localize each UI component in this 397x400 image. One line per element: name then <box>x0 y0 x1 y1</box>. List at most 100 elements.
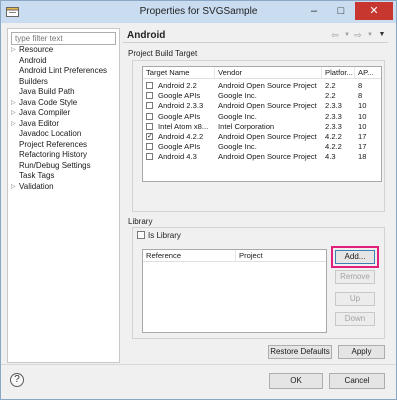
target-checkbox[interactable] <box>146 153 153 161</box>
vendor-cell: Google Inc. <box>218 91 257 101</box>
column-header-platform[interactable]: Platfor... <box>322 67 355 79</box>
table-row[interactable]: ✓ Android 4.2.2 Android Open Source Proj… <box>143 132 381 142</box>
table-header: Target Name Vendor Platfor... AP... <box>143 67 381 79</box>
target-name-cell: Android 4.2.2 <box>158 132 204 141</box>
target-name-cell: Google APIs <box>158 91 201 101</box>
target-checkbox[interactable] <box>146 82 153 89</box>
expand-arrow-icon[interactable]: ▷ <box>11 108 18 118</box>
tree-item-validation[interactable]: ▷ Validation <box>11 182 119 192</box>
cancel-button[interactable]: Cancel <box>329 373 385 389</box>
maximize-button[interactable]: □ <box>328 2 354 20</box>
move-down-button[interactable]: Down <box>335 312 375 326</box>
api-cell: 17 <box>358 132 367 141</box>
table-row[interactable]: Android 2.3.3 Android Open Source Projec… <box>143 101 381 111</box>
target-checkbox-checked[interactable]: ✓ <box>146 133 153 140</box>
property-page: Android ⇦ ▼ ⇨ ▼ ▼ Project Build Target T… <box>123 28 390 363</box>
column-header-project[interactable]: Project <box>236 250 326 262</box>
column-header-vendor[interactable]: Vendor <box>215 67 322 79</box>
platform-cell: 2.3.3 <box>325 111 342 121</box>
library-group-label: Library <box>128 217 153 226</box>
vendor-cell: Android Open Source Project <box>218 101 317 111</box>
platform-cell: 2.2 <box>325 81 336 90</box>
vendor-cell: Intel Corporation <box>218 121 275 131</box>
table-row[interactable]: Google APIs Google Inc. 2.2 8 <box>143 91 381 101</box>
api-cell: 10 <box>358 121 367 131</box>
restore-defaults-button[interactable]: Restore Defaults <box>268 345 332 359</box>
table-row[interactable]: Android 4.3 Android Open Source Project … <box>143 152 381 162</box>
tree-item-resource[interactable]: ▷ Resource <box>11 45 119 55</box>
platform-cell: 4.3 <box>325 152 336 162</box>
target-name-cell: Android 2.2 <box>158 81 197 90</box>
expand-arrow-icon[interactable]: ▷ <box>11 182 18 192</box>
vendor-cell: Google Inc. <box>218 142 257 152</box>
build-target-table[interactable]: Target Name Vendor Platfor... AP... Andr… <box>142 66 382 182</box>
target-checkbox[interactable] <box>146 112 153 120</box>
platform-cell: 2.2 <box>325 91 336 101</box>
tree-item-java-editor[interactable]: ▷ Java Editor <box>11 119 119 129</box>
remove-library-button[interactable]: Remove <box>335 270 375 284</box>
apply-button[interactable]: Apply <box>338 345 385 359</box>
tree-item-project-references[interactable]: Project References <box>11 140 119 150</box>
platform-cell: 4.2.2 <box>325 132 342 141</box>
column-header-reference[interactable]: Reference <box>143 250 236 262</box>
api-cell: 10 <box>358 111 367 121</box>
target-checkbox[interactable] <box>146 122 153 130</box>
target-name-cell: Android 4.3 <box>158 152 197 162</box>
forward-menu-chevron-icon[interactable]: ▼ <box>364 30 376 40</box>
table-row[interactable]: Android 2.2 Android Open Source Project … <box>143 81 381 91</box>
column-header-api[interactable]: AP... <box>355 67 381 79</box>
minimize-button[interactable]: – <box>301 2 327 20</box>
table-header: Reference Project <box>143 250 326 262</box>
ok-button[interactable]: OK <box>269 373 323 389</box>
filter-input[interactable] <box>11 32 116 45</box>
add-library-button[interactable]: Add... <box>335 250 375 264</box>
vendor-cell: Android Open Source Project <box>218 132 317 141</box>
preference-tree-pane: ▷Resource Android Android Lint Preferenc… <box>7 28 120 363</box>
tree-item-task-tags[interactable]: Task Tags <box>11 171 119 181</box>
api-cell: 18 <box>358 152 367 162</box>
target-name-cell: Android 2.3.3 <box>158 101 204 111</box>
footer-separator <box>1 364 396 365</box>
table-row[interactable]: Google APIs Google Inc. 2.3.3 10 <box>143 111 381 122</box>
api-cell: 8 <box>358 81 363 90</box>
tree-item-run-debug-settings[interactable]: Run/Debug Settings <box>11 161 119 171</box>
expand-arrow-icon[interactable]: ▷ <box>11 45 18 55</box>
api-cell: 17 <box>358 142 367 152</box>
target-name-cell: Google APIs <box>158 142 201 152</box>
expand-arrow-icon[interactable]: ▷ <box>11 98 18 108</box>
vendor-cell: Android Open Source Project <box>218 152 317 162</box>
target-checkbox[interactable] <box>146 92 153 100</box>
help-icon[interactable]: ? <box>10 373 24 387</box>
tree-item-android-lint[interactable]: Android Lint Preferences <box>11 66 119 76</box>
page-header: Android ⇦ ▼ ⇨ ▼ ▼ <box>123 28 388 43</box>
column-header-target-name[interactable]: Target Name <box>143 67 215 79</box>
expand-arrow-icon[interactable]: ▷ <box>11 119 18 129</box>
target-checkbox[interactable] <box>146 143 153 151</box>
close-button[interactable]: ✕ <box>355 2 393 20</box>
move-up-button[interactable]: Up <box>335 292 375 306</box>
tree-item-java-build-path[interactable]: Java Build Path <box>11 87 119 97</box>
vendor-cell: Google Inc. <box>218 111 257 121</box>
target-checkbox[interactable] <box>146 102 153 110</box>
build-target-group-label: Project Build Target <box>128 49 198 58</box>
tree-item-javadoc-location[interactable]: Javadoc Location <box>11 129 119 139</box>
table-row[interactable]: Intel Atom x8... Intel Corporation 2.3.3… <box>143 121 381 132</box>
api-cell: 8 <box>358 91 363 101</box>
forward-arrow-icon[interactable]: ⇨ <box>352 30 364 40</box>
tree-item-refactoring-history[interactable]: Refactoring History <box>11 150 119 160</box>
tree-item-java-code-style[interactable]: ▷ Java Code Style <box>11 98 119 108</box>
is-library-checkbox[interactable] <box>137 231 145 239</box>
tree-item-android[interactable]: Android <box>11 56 119 66</box>
library-reference-table[interactable]: Reference Project <box>142 249 327 333</box>
is-library-label: Is Library <box>148 231 181 240</box>
back-arrow-icon[interactable]: ⇦ <box>329 30 341 40</box>
platform-cell: 2.3.3 <box>325 121 342 131</box>
properties-dialog: Properties for SVGSample – □ ✕ ▷Resource… <box>0 0 397 400</box>
target-name-cell: Intel Atom x8... <box>158 121 209 131</box>
tree-item-builders[interactable]: Builders <box>11 77 119 87</box>
table-row[interactable]: Google APIs Google Inc. 4.2.2 17 <box>143 142 381 152</box>
view-menu-icon[interactable]: ▼ <box>376 30 388 40</box>
tree-item-java-compiler[interactable]: ▷ Java Compiler <box>11 108 119 118</box>
title-bar: Properties for SVGSample – □ ✕ <box>1 1 396 23</box>
platform-cell: 4.2.2 <box>325 142 342 152</box>
